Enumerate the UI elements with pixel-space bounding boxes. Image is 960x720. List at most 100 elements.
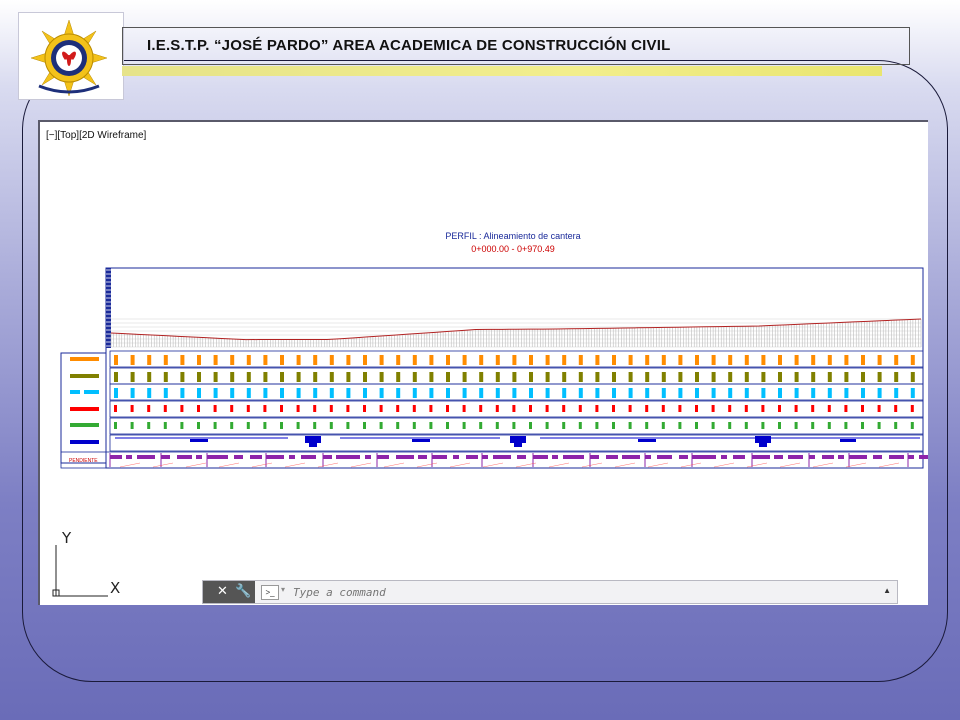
slope-line xyxy=(647,462,669,468)
band-mark xyxy=(130,405,134,412)
slope-bar xyxy=(657,455,672,459)
band-mark xyxy=(197,388,201,398)
band-mark xyxy=(794,422,798,429)
band-mark xyxy=(379,388,384,398)
curve-block xyxy=(309,443,317,447)
command-line[interactable]: ✕ 🔧 >_ ▾ ▲ xyxy=(202,580,898,604)
band-mark xyxy=(246,372,251,382)
legend-swatch xyxy=(70,374,99,378)
slope-line xyxy=(449,462,471,468)
band-mark xyxy=(711,388,716,398)
band-mark xyxy=(429,355,434,365)
command-input[interactable] xyxy=(291,583,855,601)
band-mark xyxy=(512,405,516,412)
slope-line xyxy=(284,462,306,468)
band-mark xyxy=(246,422,250,429)
band-mark xyxy=(628,372,633,382)
cad-viewport[interactable]: [−][Top][2D Wireframe] PERFIL : Alineami… xyxy=(38,120,928,605)
band-mark xyxy=(661,422,665,429)
slope-bar xyxy=(679,455,688,459)
band-mark xyxy=(163,388,168,398)
band-mark xyxy=(396,388,401,398)
band-mark xyxy=(578,355,583,365)
legend-swatch xyxy=(70,423,99,427)
slope-bar xyxy=(889,455,904,459)
band-mark xyxy=(263,372,268,382)
drawing-title: PERFIL : Alineamiento de cantera xyxy=(445,231,580,241)
band-mark xyxy=(230,422,234,429)
slope-bar xyxy=(207,455,228,459)
band-mark xyxy=(844,372,849,382)
band-mark xyxy=(280,405,283,412)
slope-bar xyxy=(301,455,316,459)
band-mark xyxy=(329,388,334,398)
command-history-up-icon[interactable]: ▲ xyxy=(883,586,891,595)
band-mark xyxy=(612,372,616,382)
band-mark xyxy=(744,388,749,398)
slope-bar xyxy=(590,455,599,459)
band-mark xyxy=(861,405,864,412)
band-mark xyxy=(678,372,683,382)
band-mark xyxy=(495,405,499,412)
alignment-mark xyxy=(840,439,856,442)
slope-bar xyxy=(126,455,132,459)
band-mark xyxy=(213,405,217,412)
band-mark xyxy=(844,422,848,429)
band-mark xyxy=(180,372,185,382)
ucs-x-label: X xyxy=(110,579,120,597)
slope-line xyxy=(614,462,636,468)
band-mark xyxy=(462,355,467,365)
slope-line xyxy=(383,462,405,468)
band-mark xyxy=(213,422,217,429)
band-mark xyxy=(877,372,882,382)
band-mark xyxy=(446,388,450,398)
slope-bar xyxy=(432,455,447,459)
slope-bar xyxy=(482,455,488,459)
band-mark xyxy=(379,405,383,412)
slope-bar xyxy=(645,455,651,459)
band-mark xyxy=(778,355,782,365)
slope-bar xyxy=(849,455,867,459)
band-mark xyxy=(296,405,300,412)
band-mark xyxy=(744,372,749,382)
legend-swatch xyxy=(70,407,99,411)
band-mark xyxy=(761,355,766,365)
band-mark xyxy=(628,388,633,398)
band-mark xyxy=(661,405,665,412)
band-mark xyxy=(197,422,200,429)
band-mark xyxy=(263,405,267,412)
band-mark xyxy=(263,355,268,365)
slope-bar xyxy=(533,455,548,459)
page-title: I.E.S.T.P. “JOSÉ PARDO” AREA ACADEMICA D… xyxy=(147,37,671,54)
wrench-icon[interactable]: 🔧 xyxy=(235,583,251,599)
band-mark xyxy=(595,405,599,412)
band-mark xyxy=(811,405,815,412)
band-mark xyxy=(910,388,915,398)
band-mark xyxy=(329,355,334,365)
band-mark xyxy=(462,405,466,412)
slope-bar xyxy=(919,455,928,459)
band-mark xyxy=(346,422,350,429)
slope-bar xyxy=(692,455,716,459)
recent-commands-chevron-icon[interactable]: ▾ xyxy=(281,585,285,594)
band-mark xyxy=(844,388,849,398)
band-mark xyxy=(661,372,666,382)
band-mark xyxy=(163,372,168,382)
band-mark xyxy=(446,422,449,429)
band-mark xyxy=(396,405,400,412)
band-mark xyxy=(429,388,434,398)
band-mark xyxy=(761,388,766,398)
band-mark xyxy=(695,372,699,382)
band-mark xyxy=(230,372,235,382)
band-mark xyxy=(761,372,766,382)
band-mark xyxy=(827,388,832,398)
command-prompt-icon[interactable]: >_ xyxy=(261,585,279,600)
band-mark xyxy=(761,405,765,412)
close-icon[interactable]: ✕ xyxy=(217,583,228,599)
band-mark xyxy=(462,372,467,382)
slope-line xyxy=(152,462,174,468)
band-mark xyxy=(246,355,251,365)
band-mark xyxy=(130,355,135,365)
band-mark xyxy=(628,355,633,365)
band-mark xyxy=(711,355,716,365)
